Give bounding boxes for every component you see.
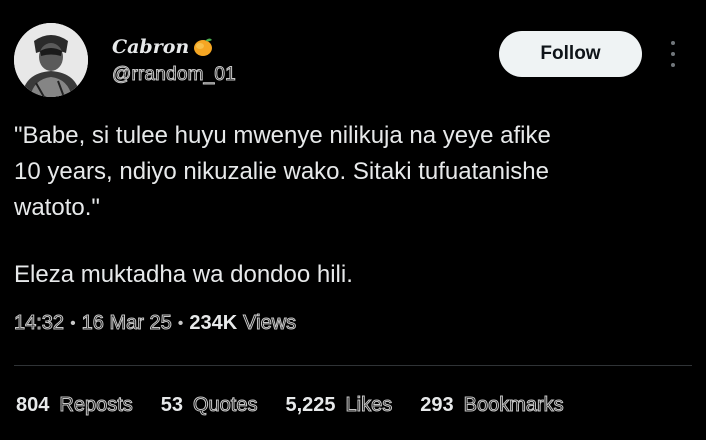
follow-button[interactable]: Follow [499, 31, 642, 77]
likes-count: 5,225 [285, 394, 336, 416]
more-vertical-icon[interactable] [663, 38, 683, 70]
likes-label: Likes [345, 394, 393, 417]
tweet-time[interactable]: 14:32 [13, 312, 64, 335]
tweet-text: "Babe, si tulee huyu mwenye nilikuja na … [14, 122, 551, 221]
bookmarks-count: 293 [420, 394, 454, 416]
likes-stat[interactable]: 5,225 Likes [285, 394, 392, 417]
reposts-count: 804 [16, 394, 50, 416]
bookmarks-label: Bookmarks [463, 394, 564, 417]
author-handle[interactable]: @rrandom_01 [112, 64, 237, 86]
divider [14, 365, 692, 366]
author-display-name[interactable]: Cabron [112, 36, 189, 58]
tweet-text-second: Eleza muktadha wa dondoo hili. [14, 261, 353, 288]
quotes-count: 53 [160, 394, 183, 416]
tweet-date[interactable]: 16 Mar 25 [81, 312, 172, 335]
quotes-stat[interactable]: 53 Quotes [161, 394, 258, 417]
separator-dot: • [70, 314, 76, 332]
avatar[interactable] [14, 23, 88, 97]
tweet-meta: 14:32 • 16 Mar 25 • 234K Views [13, 312, 297, 335]
views-label: Views [243, 312, 297, 335]
avatar-image-icon [14, 23, 88, 97]
reposts-label: Reposts [59, 394, 133, 417]
reposts-stat[interactable]: 804 Reposts [16, 394, 133, 417]
quotes-label: Quotes [192, 394, 258, 417]
mango-emoji-icon [194, 38, 213, 56]
views-count: 234K [189, 312, 238, 334]
bookmarks-stat[interactable]: 293 Bookmarks [420, 394, 564, 417]
separator-dot: • [177, 314, 184, 332]
engagement-stats: 804 Reposts 53 Quotes 5,225 Likes 293 Bo… [16, 394, 592, 417]
author-name-row[interactable]: Cabron [112, 36, 214, 58]
